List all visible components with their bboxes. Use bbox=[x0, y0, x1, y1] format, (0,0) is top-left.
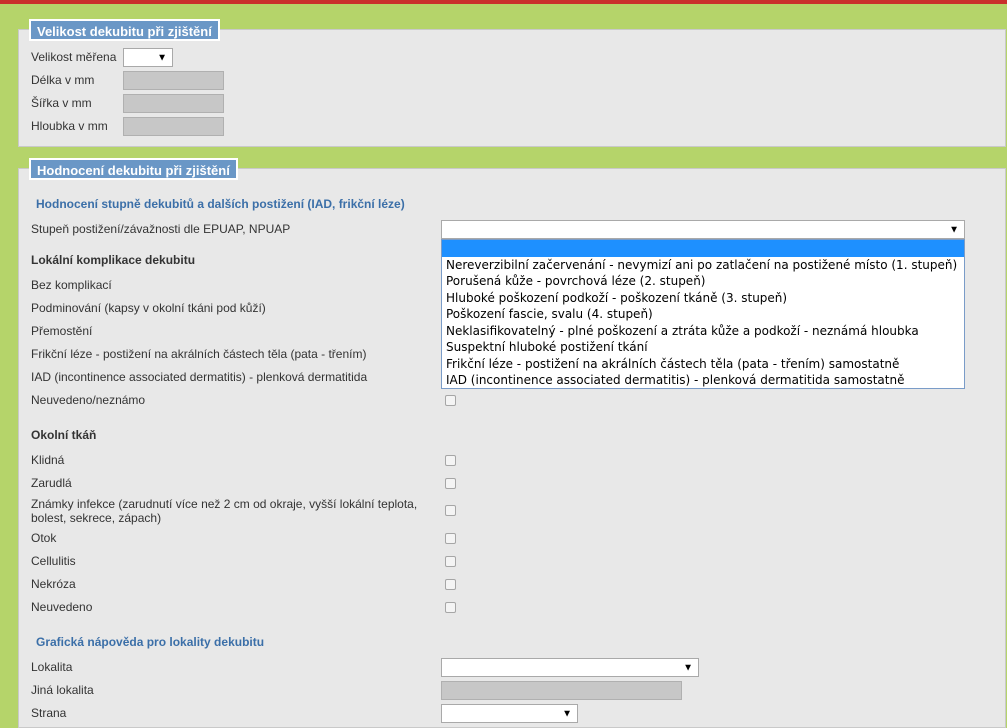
depth-label: Hloubka v mm bbox=[31, 119, 108, 133]
surrounding-label: Klidná bbox=[31, 453, 65, 467]
surrounding-heading: Okolní tkáň bbox=[31, 428, 97, 442]
stage-option[interactable]: Hluboké poškození podkoží - poškození tk… bbox=[442, 290, 964, 307]
complication-label: Bez komplikací bbox=[31, 278, 112, 292]
assessment-panel-title: Hodnocení dekubitu při zjištění bbox=[29, 158, 238, 180]
stage-option[interactable] bbox=[442, 240, 964, 257]
complication-label: Neuvedeno/neznámo bbox=[31, 393, 146, 407]
measured-select[interactable]: ▼ bbox=[123, 48, 173, 67]
surrounding-label: Známky infekce (zarudnutí více než 2 cm … bbox=[31, 497, 418, 525]
graphics-subheading: Grafická nápověda pro lokality dekubitu bbox=[36, 635, 265, 649]
stage-option[interactable]: Nereverzibilní začervenání - nevymizí an… bbox=[442, 257, 964, 274]
size-panel-title: Velikost dekubitu při zjištění bbox=[29, 19, 220, 41]
measured-label: Velikost měřena bbox=[31, 50, 117, 64]
complication-label: IAD (incontinence associated dermatitis)… bbox=[31, 370, 368, 384]
width-label: Šířka v mm bbox=[31, 96, 92, 110]
chevron-down-icon: ▼ bbox=[949, 224, 959, 235]
length-field[interactable] bbox=[123, 71, 224, 90]
side-select[interactable]: ▼ bbox=[441, 704, 578, 723]
stage-select[interactable]: ▼ bbox=[441, 220, 965, 239]
surrounding-infection-checkbox[interactable] bbox=[445, 505, 456, 516]
surrounding-label: Otok bbox=[31, 531, 57, 545]
surrounding-edema-checkbox[interactable] bbox=[445, 533, 456, 544]
locality-label: Lokalita bbox=[31, 660, 73, 674]
surrounding-unspecified-checkbox[interactable] bbox=[445, 602, 456, 613]
depth-field[interactable] bbox=[123, 117, 224, 136]
surrounding-label: Cellulitis bbox=[31, 554, 76, 568]
stage-subheading: Hodnocení stupně dekubitů a dalších post… bbox=[36, 197, 405, 211]
stage-label: Stupeň postižení/závažnosti dle EPUAP, N… bbox=[31, 222, 291, 236]
side-label: Strana bbox=[31, 706, 67, 720]
complication-unknown-checkbox[interactable] bbox=[445, 395, 456, 406]
stage-dropdown-list[interactable]: Nereverzibilní začervenání - nevymizí an… bbox=[441, 239, 965, 389]
other-locality-label: Jiná lokalita bbox=[31, 683, 94, 697]
top-accent-bar bbox=[0, 0, 1007, 4]
surrounding-label: Zarudlá bbox=[31, 476, 72, 490]
other-locality-field[interactable] bbox=[441, 681, 682, 700]
surrounding-cellulitis-checkbox[interactable] bbox=[445, 556, 456, 567]
length-label: Délka v mm bbox=[31, 73, 95, 87]
stage-option[interactable]: Suspektní hluboké postižení tkání bbox=[442, 339, 964, 356]
surrounding-label: Neuvedeno bbox=[31, 600, 93, 614]
surrounding-label: Nekróza bbox=[31, 577, 76, 591]
complication-label: Přemostění bbox=[31, 324, 93, 338]
chevron-down-icon: ▼ bbox=[562, 708, 572, 719]
stage-option[interactable]: Neklasifikovatelný - plné poškození a zt… bbox=[442, 323, 964, 340]
stage-option[interactable]: IAD (incontinence associated dermatitis)… bbox=[442, 372, 964, 389]
complication-label: Frikční léze - postižení na akrálních čá… bbox=[31, 347, 367, 361]
locality-select[interactable]: ▼ bbox=[441, 658, 699, 677]
chevron-down-icon: ▼ bbox=[683, 662, 693, 673]
stage-option[interactable]: Poškození fascie, svalu (4. stupeň) bbox=[442, 306, 964, 323]
stage-option[interactable]: Porušená kůže - povrchová léze (2. stupe… bbox=[442, 273, 964, 290]
width-field[interactable] bbox=[123, 94, 224, 113]
stage-option[interactable]: Frikční léze - postižení na akrálních čá… bbox=[442, 356, 964, 373]
complication-label: Podminování (kapsy v okolní tkáni pod ků… bbox=[31, 301, 266, 315]
surrounding-calm-checkbox[interactable] bbox=[445, 455, 456, 466]
surrounding-necrosis-checkbox[interactable] bbox=[445, 579, 456, 590]
surrounding-red-checkbox[interactable] bbox=[445, 478, 456, 489]
chevron-down-icon: ▼ bbox=[157, 52, 167, 63]
local-complications-heading: Lokální komplikace dekubitu bbox=[31, 253, 196, 267]
